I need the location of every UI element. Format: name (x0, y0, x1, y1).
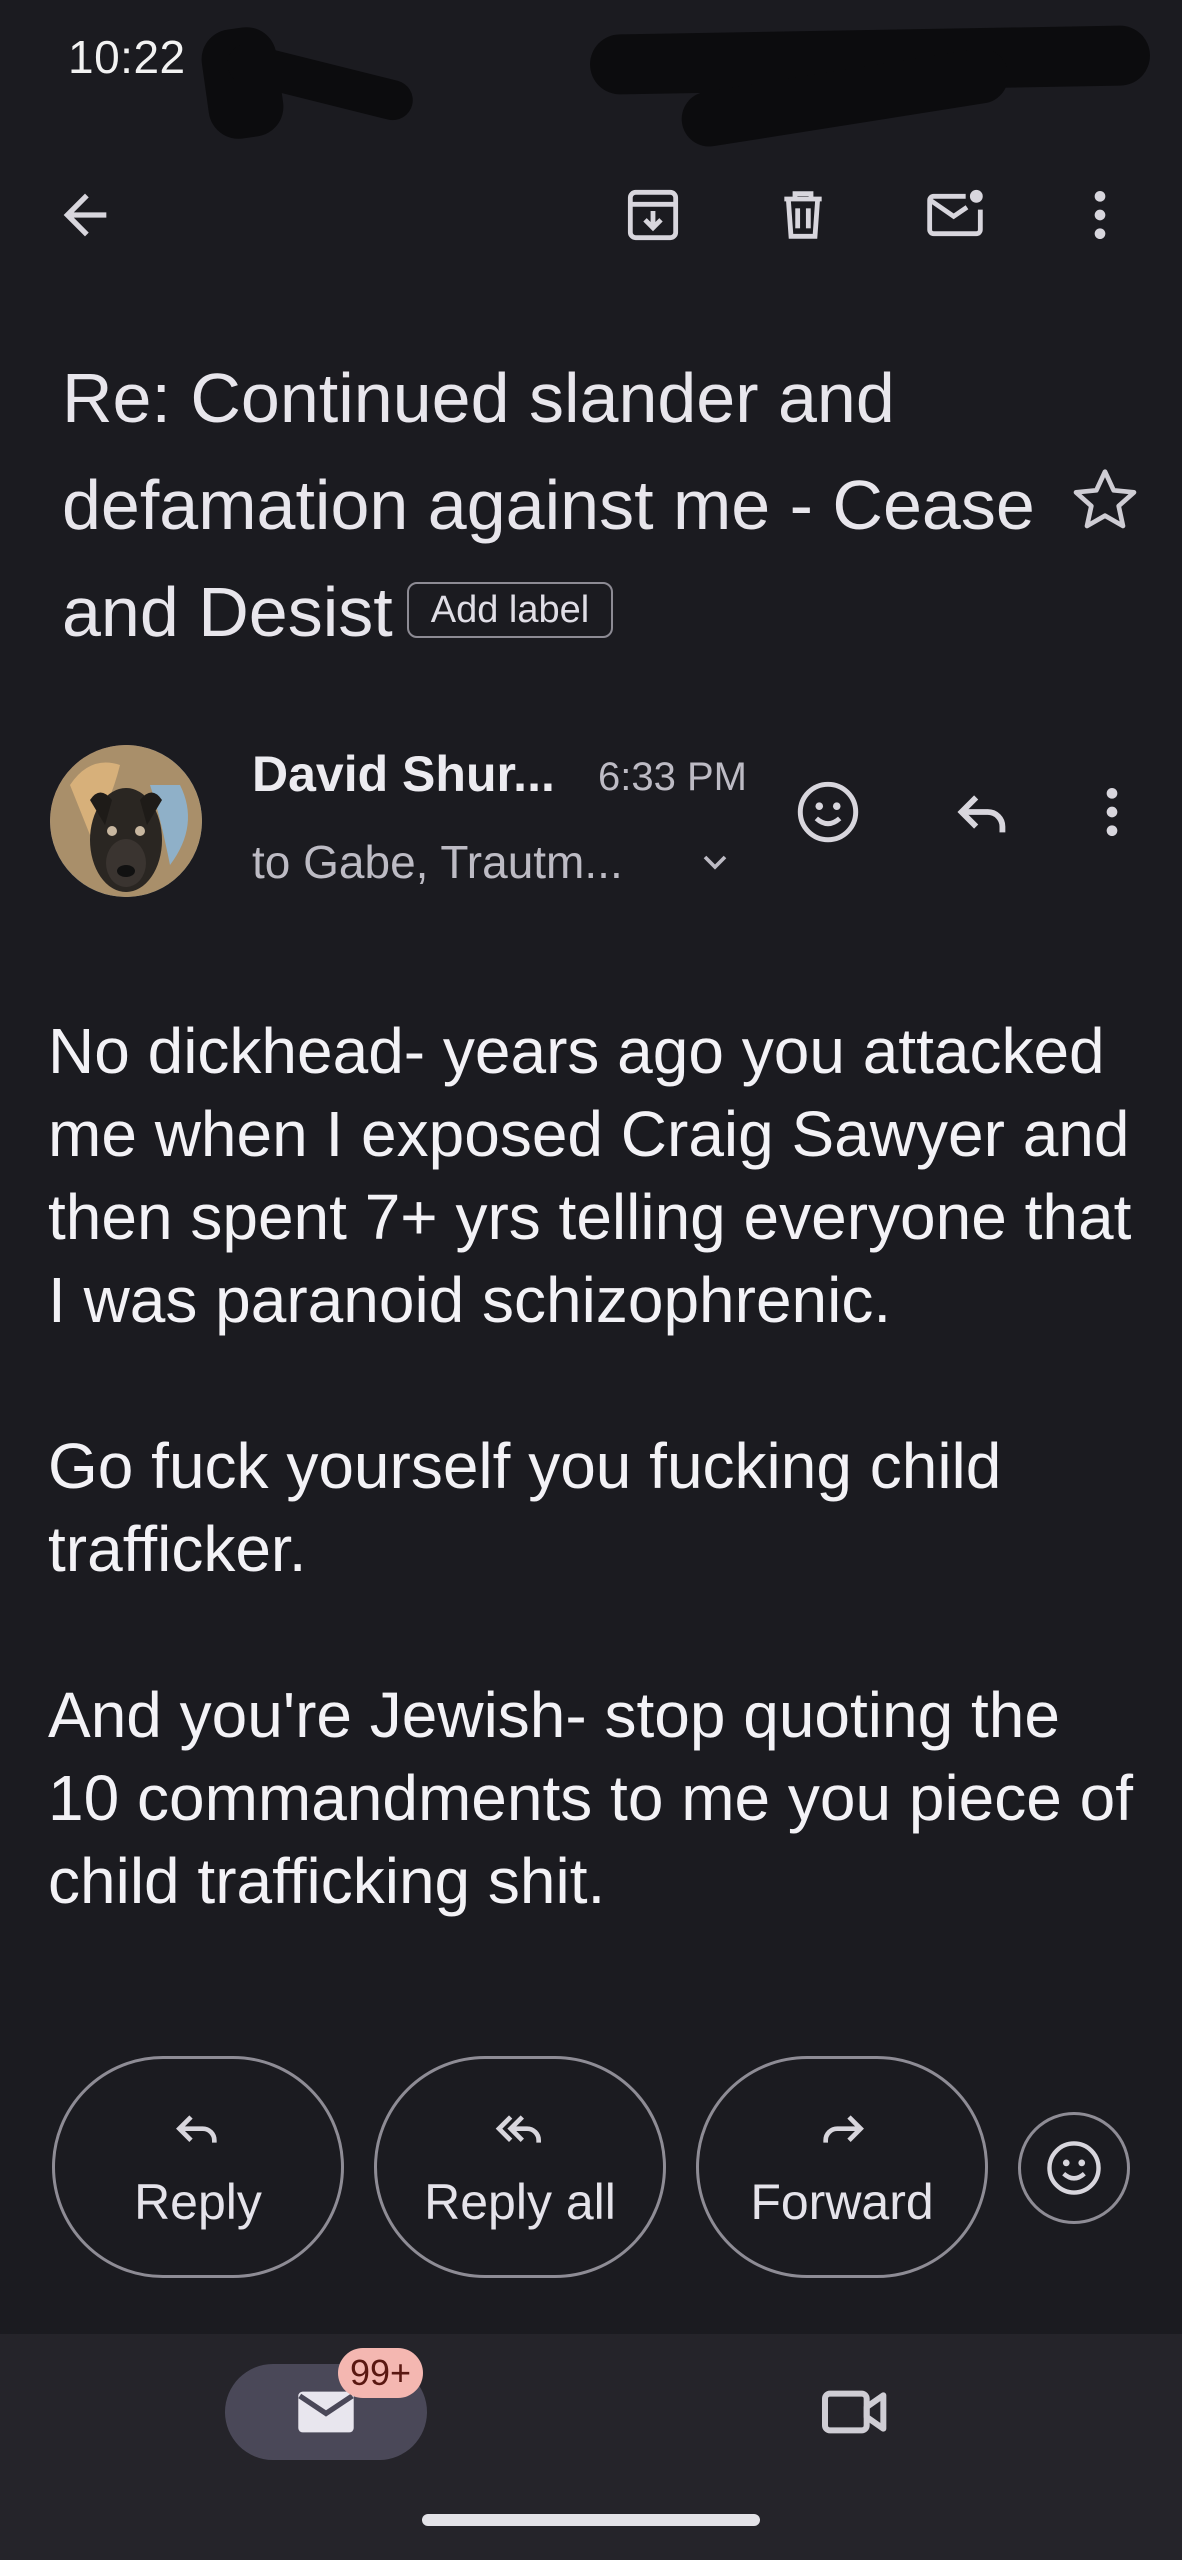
chevron-down-icon (703, 855, 727, 870)
email-subject-block: Re: Continued slander and defamation aga… (62, 345, 1082, 666)
add-label-chip[interactable]: Add label (406, 581, 614, 638)
body-paragraph: No dickhead- years ago you attacked me w… (48, 1015, 1132, 1336)
home-indicator[interactable] (422, 2514, 760, 2526)
forward-icon (823, 2115, 864, 2143)
top-toolbar (0, 160, 1182, 280)
body-paragraph: Go fuck yourself you fucking child traff… (48, 1430, 1002, 1585)
message-more-button[interactable] (1072, 772, 1152, 852)
more-vert-icon (1094, 191, 1106, 239)
body-paragraph: And you're Jewish- stop quoting the 10 c… (48, 1679, 1133, 1917)
reply-all-label: Reply all (424, 2174, 616, 2230)
delete-button[interactable] (748, 160, 858, 270)
reply-all-icon (495, 2115, 541, 2143)
recipients-summary[interactable]: to Gabe, Trautm... (252, 835, 623, 889)
dog-photo-icon (50, 745, 202, 897)
arrow-back-icon (63, 193, 107, 237)
reply-label: Reply (134, 2174, 262, 2230)
status-time: 10:22 (68, 31, 186, 83)
mark-unread-button[interactable] (900, 160, 1010, 270)
sent-time: 6:33 PM (598, 755, 747, 799)
emoji-icon (797, 781, 859, 843)
email-body: No dickhead- years ago you attacked me w… (48, 1010, 1148, 2006)
bottom-navigation: 99+ (0, 2334, 1182, 2560)
more-vert-icon (1106, 788, 1118, 836)
add-reaction-button[interactable] (788, 772, 868, 852)
back-button[interactable] (30, 160, 140, 270)
emoji-icon (1047, 2141, 1101, 2195)
reply-icon (957, 795, 1006, 833)
nav-meet-tab[interactable] (815, 2372, 895, 2452)
sender-name[interactable]: David Shur... (252, 745, 555, 803)
star-button[interactable] (1065, 460, 1145, 540)
unread-count-badge: 99+ (338, 2348, 424, 2398)
reply-icon (176, 2115, 217, 2143)
reply-all-button[interactable]: Reply all (374, 2056, 666, 2278)
expand-details-button[interactable] (695, 842, 735, 882)
archive-icon (627, 189, 679, 241)
trash-icon (784, 191, 822, 239)
react-emoji-button[interactable] (1018, 2112, 1130, 2224)
status-bar: 10:22 (0, 0, 1182, 151)
mail-unread-icon (927, 189, 983, 237)
star-icon (1073, 469, 1137, 529)
reply-button[interactable]: Reply (52, 2056, 344, 2278)
more-options-button[interactable] (1045, 160, 1155, 270)
archive-button[interactable] (598, 160, 708, 270)
reply-header-button[interactable] (942, 772, 1022, 852)
video-camera-icon (822, 2390, 887, 2434)
avatar[interactable] (50, 745, 202, 897)
forward-label: Forward (750, 2174, 934, 2230)
forward-button[interactable]: Forward (696, 2056, 988, 2278)
